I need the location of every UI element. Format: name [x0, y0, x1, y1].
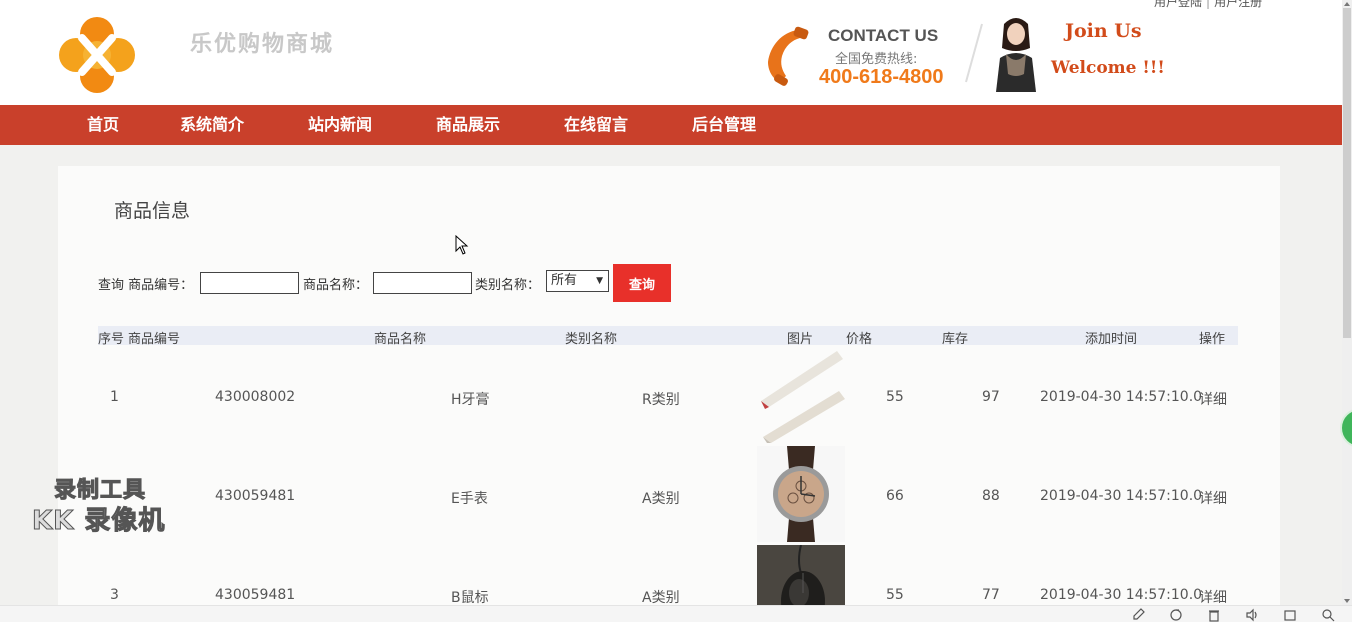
cell-price: 66 — [886, 488, 904, 504]
table-row: 1 430008002 H牙膏 R类别 55 97 2019-04-30 14:… — [98, 347, 1238, 446]
logo-icon — [59, 17, 135, 93]
cell-category: A类别 — [642, 491, 680, 507]
top-links: 用户登陆 | 用户注册 — [1154, 0, 1262, 10]
nav-admin[interactable]: 后台管理 — [692, 105, 756, 145]
cell-code: 430059481 — [215, 587, 296, 603]
cell-price: 55 — [886, 389, 904, 405]
search-button[interactable]: 查询 — [613, 264, 671, 302]
cell-price: 55 — [886, 587, 904, 603]
col-name: 商品名称 — [374, 332, 427, 347]
login-link[interactable]: 用户登陆 — [1154, 0, 1202, 10]
scroll-up-icon[interactable] — [1343, 0, 1351, 8]
cell-category: A类别 — [642, 590, 680, 606]
cell-code: 430059481 — [215, 488, 296, 504]
cell-category: R类别 — [642, 392, 680, 408]
page-scrollbar[interactable] — [1342, 0, 1352, 605]
col-stock: 库存 — [942, 332, 969, 347]
cell-no: 1 — [110, 389, 119, 405]
col-time: 添加时间 — [1085, 332, 1138, 347]
panel-title: 商品信息 — [114, 200, 191, 222]
cell-name: E手表 — [451, 491, 488, 507]
volume-icon[interactable] — [1245, 608, 1259, 622]
table-header: 序号 商品编号 商品名称 类别名称 图片 价格 库存 添加时间 操作 — [98, 326, 1238, 347]
window-icon[interactable] — [1283, 608, 1297, 622]
nav-home[interactable]: 首页 — [87, 105, 119, 145]
bottom-toolbar — [0, 605, 1352, 622]
col-no: 序号 — [98, 332, 125, 347]
cell-no: 3 — [110, 587, 119, 603]
col-image: 图片 — [787, 332, 814, 347]
product-code-input[interactable] — [200, 272, 299, 294]
avatar — [996, 18, 1036, 92]
product-name-label: 商品名称： — [303, 278, 369, 293]
site-header: 用户登陆 | 用户注册 乐优购物商城 CONTACT US 全国免费热线: 400-… — [0, 0, 1342, 105]
phone-icon — [768, 26, 809, 86]
product-name-input[interactable] — [373, 272, 472, 294]
cell-stock: 88 — [982, 488, 1000, 504]
welcome-text: Welcome !!! — [1051, 58, 1165, 78]
detail-link[interactable]: 详细 — [1199, 587, 1227, 607]
contact-phone: 400-618-4800 — [819, 66, 944, 88]
watch-image — [757, 446, 845, 542]
search-icon[interactable] — [1321, 608, 1335, 622]
nav-news[interactable]: 站内新闻 — [308, 105, 372, 145]
register-link[interactable]: 用户注册 — [1214, 0, 1262, 10]
watermark-line2: KK 录像机 — [31, 506, 166, 537]
trash-icon[interactable] — [1207, 608, 1221, 622]
category-selected: 所有 — [551, 273, 578, 288]
nav-messages[interactable]: 在线留言 — [564, 105, 628, 145]
product-panel: 商品信息 查询 商品编号： 商品名称： 类别名称： 所有 ▼ 查询 序号 商品编… — [58, 166, 1280, 622]
scroll-down-icon[interactable] — [1343, 597, 1351, 605]
rocket-icon[interactable] — [1131, 608, 1145, 622]
table-row: 430059481 E手表 A类别 66 88 2019-04-30 14:57… — [98, 446, 1238, 545]
nav-about[interactable]: 系统简介 — [180, 105, 244, 145]
divider-slash — [965, 23, 983, 83]
cell-name: H牙膏 — [451, 392, 490, 408]
cell-name: B鼠标 — [451, 590, 489, 606]
nav-products[interactable]: 商品展示 — [436, 105, 500, 145]
detail-link[interactable]: 详细 — [1199, 488, 1227, 508]
cell-stock: 77 — [982, 587, 1000, 603]
scroll-thumb[interactable] — [1343, 8, 1351, 338]
main-nav: 首页 系统简介 站内新闻 商品展示 在线留言 后台管理 — [0, 105, 1342, 145]
link-separator: | — [1206, 0, 1211, 9]
join-us-text: Join Us — [1065, 20, 1142, 42]
cell-stock: 97 — [982, 389, 1000, 405]
floating-badge-icon[interactable] — [1340, 408, 1352, 448]
col-price: 价格 — [846, 332, 873, 347]
toothpaste-image — [757, 347, 845, 443]
cell-code: 430008002 — [215, 389, 296, 405]
category-label: 类别名称： — [475, 278, 541, 293]
col-action: 操作 — [1199, 332, 1226, 347]
contact-subtitle: 全国免费热线: — [835, 52, 918, 67]
contact-title: CONTACT US — [828, 26, 939, 45]
mouse-cursor-icon — [455, 235, 469, 255]
category-select[interactable]: 所有 ▼ — [546, 270, 609, 292]
cell-time: 2019-04-30 14:57:10.0 — [1040, 587, 1203, 603]
refresh-icon[interactable] — [1169, 608, 1183, 622]
cell-time: 2019-04-30 14:57:10.0 — [1040, 488, 1203, 504]
dropdown-arrow-icon: ▼ — [596, 276, 603, 286]
cell-time: 2019-04-30 14:57:10.0 — [1040, 389, 1203, 405]
site-title: 乐优购物商城 — [190, 31, 335, 57]
query-code-label: 查询 商品编号： — [98, 278, 194, 293]
col-category: 类别名称 — [565, 332, 618, 347]
detail-link[interactable]: 详细 — [1199, 389, 1227, 409]
col-code: 商品编号 — [128, 332, 181, 347]
